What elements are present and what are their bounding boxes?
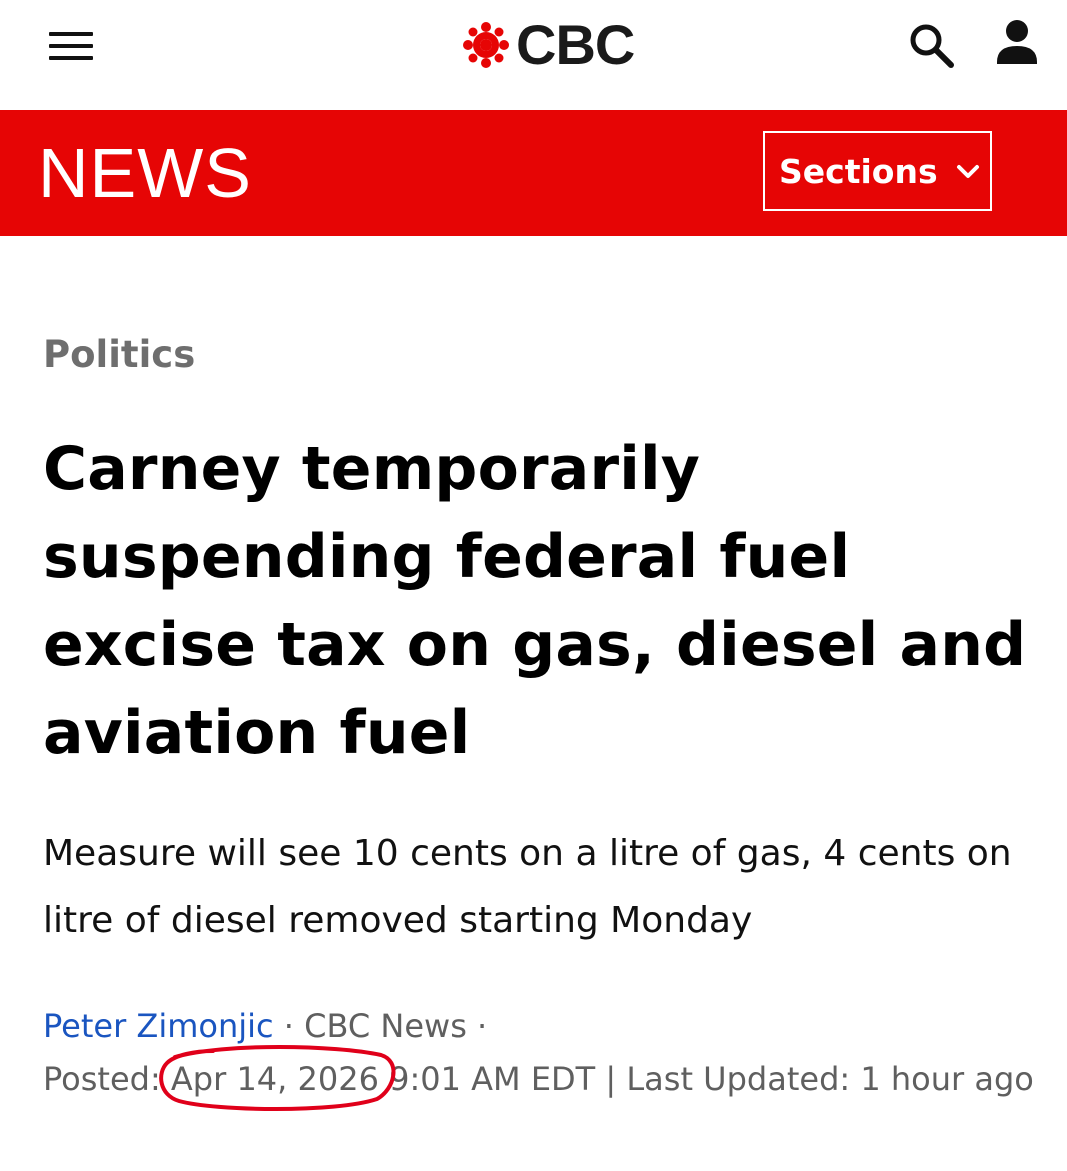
news-section-bar: NEWS Sections: [0, 110, 1067, 236]
posted-date: Apr 14, 2026: [159, 1045, 396, 1111]
top-bar: CBC: [0, 0, 1067, 110]
hamburger-menu-icon[interactable]: [49, 30, 93, 62]
byline-separator: ·: [273, 1007, 305, 1045]
posted-date-text: Apr 14, 2026: [170, 1060, 379, 1098]
sections-button[interactable]: Sections: [763, 131, 992, 211]
updated-value: 1 hour ago: [860, 1060, 1034, 1098]
posted-label: Posted:: [43, 1060, 161, 1098]
posted-time: 9:01 AM EDT: [389, 1060, 596, 1098]
chevron-down-icon: [956, 165, 979, 178]
cbc-logo[interactable]: CBC: [460, 13, 635, 76]
byline-timestamp: Posted: Apr 14, 2026 9:01 AM EDT | Last …: [43, 1045, 1043, 1111]
user-account-icon[interactable]: [994, 18, 1040, 68]
byline: Peter Zimonjic · CBC News · Posted: Apr …: [43, 1000, 1043, 1111]
byline-separator-trailing: ·: [466, 1007, 488, 1045]
article-headline: Carney temporarily suspending federal fu…: [43, 434, 1027, 768]
cbc-wordmark: CBC: [516, 13, 635, 76]
byline-author-line: Peter Zimonjic · CBC News ·: [43, 1000, 1043, 1053]
updated-label: Last Updated:: [626, 1060, 851, 1098]
cbc-gem-icon: [463, 22, 509, 68]
timestamp-divider: |: [605, 1060, 617, 1098]
author-link[interactable]: Peter Zimonjic: [43, 1007, 274, 1045]
byline-source: CBC News: [304, 1007, 467, 1045]
article-deck: Measure will see 10 cents on a litre of …: [43, 833, 1012, 941]
sections-label: Sections: [779, 151, 938, 191]
news-title[interactable]: NEWS: [38, 135, 252, 211]
search-icon[interactable]: [906, 20, 956, 70]
article-category[interactable]: Politics: [43, 332, 195, 378]
